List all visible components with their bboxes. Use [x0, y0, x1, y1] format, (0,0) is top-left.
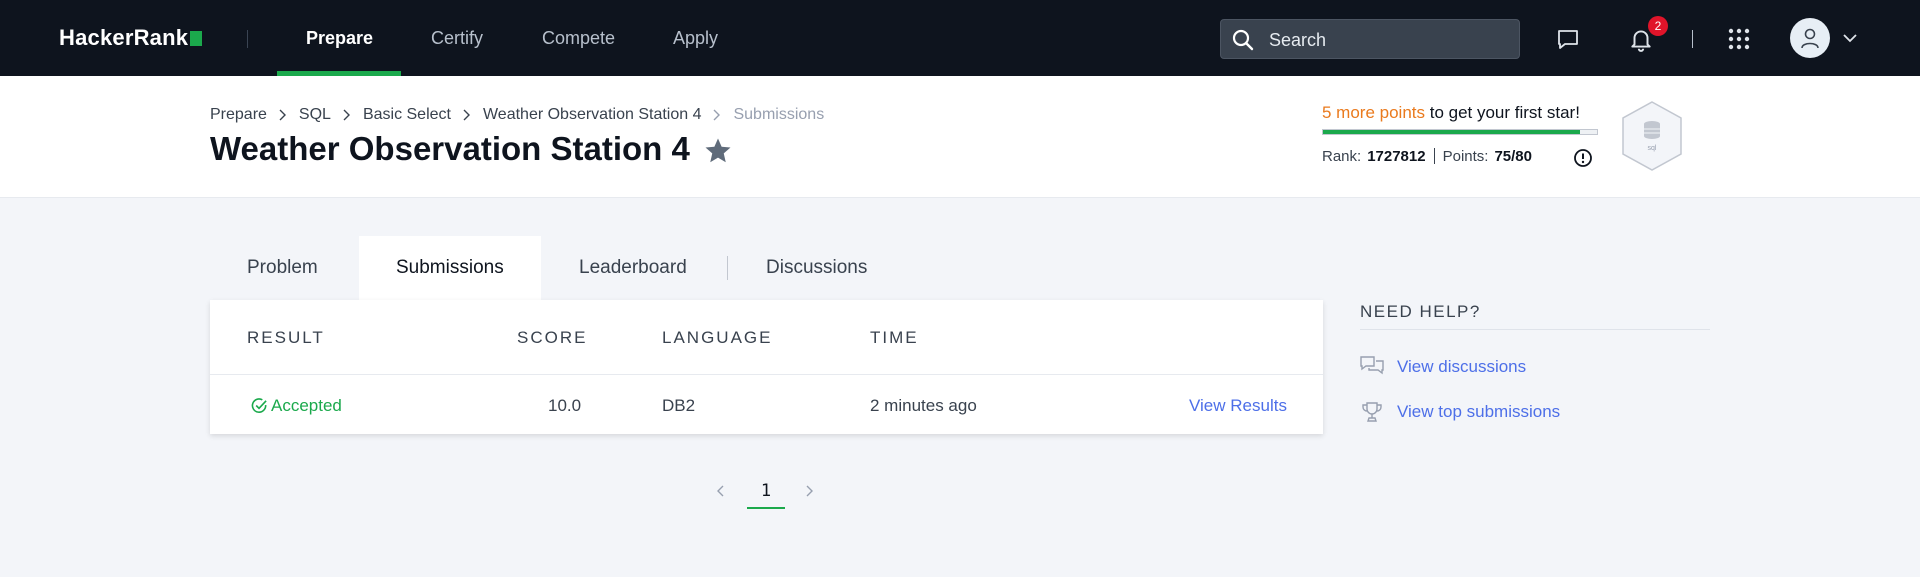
rank-label: Rank:: [1322, 148, 1362, 165]
star-icon[interactable]: [703, 136, 733, 166]
points-value: 75/80: [1494, 148, 1532, 165]
check-circle-icon: [251, 398, 267, 413]
tab-submissions[interactable]: Submissions: [359, 236, 541, 300]
breadcrumb-sql[interactable]: SQL: [299, 106, 331, 123]
star-progress-bar: [1322, 129, 1598, 135]
submissions-table: RESULT SCORE LANGUAGE TIME Accepted 10.0…: [210, 300, 1323, 434]
rank-points: Rank: 1727812 Points: 75/80: [1322, 148, 1532, 165]
chevron-right-icon: [713, 109, 721, 121]
time-value: 2 minutes ago: [870, 396, 977, 415]
result-label: Accepted: [271, 396, 342, 415]
column-header-score: SCORE: [517, 328, 588, 347]
points-needed: 5 more points: [1322, 103, 1425, 122]
need-help-divider: [1360, 329, 1710, 330]
column-header-time: TIME: [870, 328, 919, 347]
nav-compete[interactable]: Compete: [542, 28, 615, 49]
breadcrumb-current: Submissions: [733, 106, 825, 123]
chevron-right-icon: [463, 109, 470, 121]
nav-certify[interactable]: Certify: [431, 28, 483, 49]
logo-square: [190, 31, 203, 46]
points-label: Points:: [1442, 148, 1489, 165]
rank-value: 1727812: [1367, 148, 1426, 165]
info-icon[interactable]: [1573, 148, 1593, 168]
search-input[interactable]: [1269, 28, 1509, 52]
breadcrumb-challenge[interactable]: Weather Observation Station 4: [483, 106, 702, 123]
breadcrumb: Prepare SQL Basic Select Weather Observatio…: [210, 106, 824, 124]
pagination-next-icon[interactable]: [804, 484, 814, 498]
breadcrumb-basic-select[interactable]: Basic Select: [363, 106, 451, 123]
chevron-down-icon[interactable]: [1842, 32, 1858, 44]
chat-icon[interactable]: [1556, 27, 1580, 51]
chevron-right-icon: [279, 109, 286, 121]
points-message: to get your first star!: [1425, 103, 1580, 122]
nav-apply[interactable]: Apply: [673, 28, 718, 49]
pagination-page-current[interactable]: 1: [747, 481, 785, 509]
user-icon: [1801, 28, 1819, 49]
view-top-submissions-label: View top submissions: [1397, 402, 1561, 421]
score-value: 10.0: [548, 396, 582, 415]
language-value: DB2: [662, 396, 696, 415]
trophy-icon: [1362, 402, 1382, 422]
tab-divider: [727, 256, 728, 280]
nav-divider-right: [1692, 30, 1693, 48]
apps-grid-icon[interactable]: [1728, 28, 1750, 50]
badge-label: sql: [1648, 145, 1657, 152]
need-help-title: NEED HELP?: [1360, 302, 1481, 321]
nav-prepare[interactable]: Prepare: [306, 28, 373, 49]
result-status: Accepted: [251, 396, 342, 416]
search-icon: [1232, 29, 1254, 51]
notification-badge: 2: [1648, 16, 1668, 36]
discussion-icon: [1360, 356, 1384, 375]
logo-text: HackerRank: [59, 25, 189, 50]
pagination-prev-icon[interactable]: [716, 484, 726, 498]
view-discussions-label: View discussions: [1397, 357, 1527, 376]
rank-divider: [1433, 148, 1435, 164]
avatar[interactable]: [1790, 18, 1830, 58]
breadcrumb-prepare[interactable]: Prepare: [210, 106, 267, 123]
chevron-right-icon: [343, 109, 350, 121]
page-title: Weather Observation Station 4: [210, 130, 690, 167]
search-box[interactable]: [1220, 19, 1520, 59]
nav-divider: [247, 30, 248, 48]
table-divider: [210, 374, 1323, 375]
tab-problem[interactable]: Problem: [210, 236, 355, 300]
star-progress-fill: [1323, 130, 1580, 134]
top-navbar: HackerRank Prepare Certify Compete Apply…: [0, 0, 1920, 76]
points-to-star: 5 more points to get your first star!: [1322, 103, 1580, 123]
column-header-result: RESULT: [247, 328, 325, 347]
sql-badge-icon[interactable]: sql: [1620, 100, 1684, 172]
view-results-link[interactable]: View Results: [1189, 396, 1287, 415]
tab-leaderboard[interactable]: Leaderboard: [542, 236, 724, 300]
column-header-language: LANGUAGE: [662, 328, 773, 347]
hackerrank-logo[interactable]: HackerRank: [59, 25, 203, 51]
tab-discussions[interactable]: Discussions: [729, 236, 904, 300]
page-header: Prepare SQL Basic Select Weather Observatio…: [0, 76, 1920, 198]
